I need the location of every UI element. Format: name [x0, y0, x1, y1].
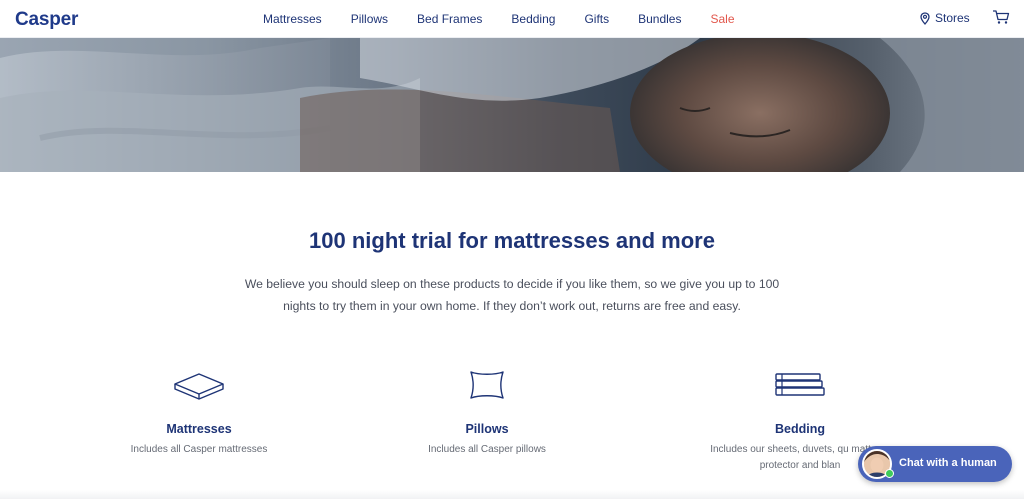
top-nav: Casper Mattresses Pillows Bed Frames Bed… [0, 0, 1024, 38]
feature-description: Includes all Casper pillows [428, 444, 546, 455]
nav-link-bed-frames[interactable]: Bed Frames [417, 12, 482, 26]
hero-illustration [0, 38, 1024, 172]
pillow-icon [470, 371, 504, 399]
stores-link[interactable]: Stores [920, 11, 970, 25]
location-pin-icon [920, 11, 930, 25]
feature-pillows: Pillows Includes all Casper pillows [377, 368, 597, 458]
feature-title: Bedding [775, 422, 825, 436]
online-status-icon [885, 469, 894, 478]
cart-icon[interactable] [992, 9, 1010, 25]
mattress-icon [174, 373, 224, 400]
nav-link-gifts[interactable]: Gifts [584, 12, 609, 26]
feature-title: Mattresses [166, 422, 232, 436]
stores-label: Stores [935, 11, 970, 25]
nav-link-pillows[interactable]: Pillows [351, 12, 388, 26]
nav-link-sale[interactable]: Sale [710, 12, 734, 26]
bedding-stack-icon [775, 373, 825, 396]
feature-mattresses: Mattresses Includes all Casper mattresse… [89, 368, 309, 458]
hero-image [0, 38, 1024, 172]
casper-logo[interactable]: Casper [15, 9, 78, 31]
nav-link-bundles[interactable]: Bundles [638, 12, 681, 26]
bottom-fade [0, 490, 1024, 499]
chat-label: Chat with a human [899, 457, 997, 469]
intro-paragraph: We believe you should sleep on these pro… [244, 277, 780, 313]
feature-title: Pillows [465, 422, 509, 436]
nav-link-bedding[interactable]: Bedding [511, 12, 555, 26]
main-nav: Mattresses Pillows Bed Frames Bedding Gi… [263, 12, 764, 26]
nav-link-mattresses[interactable]: Mattresses [263, 12, 322, 26]
feature-description: Includes all Casper mattresses [130, 444, 268, 455]
chat-with-human-button[interactable]: Chat with a human [858, 446, 1012, 482]
page-headline: 100 night trial for mattresses and more [309, 228, 715, 253]
